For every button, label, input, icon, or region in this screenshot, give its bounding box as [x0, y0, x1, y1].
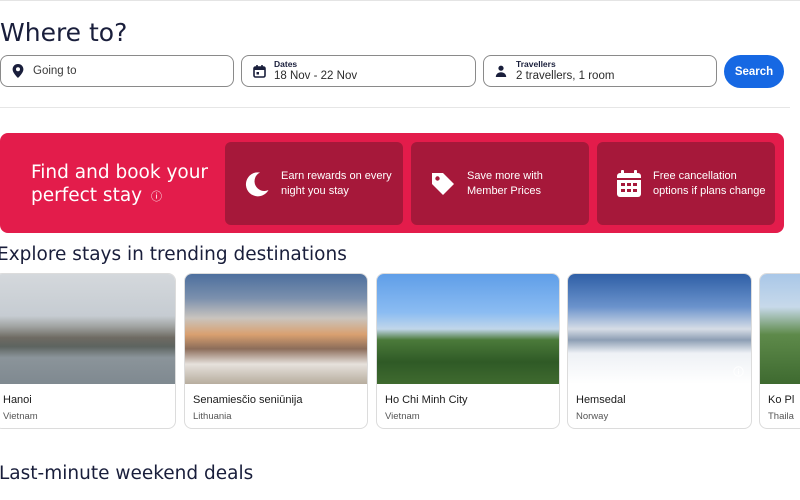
deals-heading: Last-minute weekend deals	[0, 463, 254, 484]
destination-photo	[377, 274, 559, 384]
destination-country: Vietnam	[3, 411, 38, 422]
destination-card[interactable]: Hanoi Vietnam	[0, 273, 176, 429]
feature-rewards: Earn rewards on every night you stay	[225, 142, 403, 225]
dates-field[interactable]: Dates 18 Nov - 22 Nov	[241, 55, 476, 87]
destination-country: Lithuania	[193, 411, 232, 422]
destination-name: Hanoi	[3, 394, 32, 406]
calendar-grid-icon	[609, 169, 649, 198]
destination-name: Ho Chi Minh City	[385, 394, 468, 406]
top-border	[0, 0, 800, 1]
travellers-label: Travellers	[516, 58, 556, 69]
map-pin-icon	[9, 62, 27, 80]
destination-field[interactable]	[0, 55, 234, 87]
dates-value: 18 Nov - 22 Nov	[274, 69, 358, 82]
person-icon	[492, 62, 510, 80]
feature-member-prices: Save more with Member Prices	[411, 142, 589, 225]
destination-country: Thaila	[768, 411, 794, 422]
destination-carousel: Hanoi Vietnam Senamiesčio seniūnija Lith…	[0, 273, 800, 433]
moon-icon	[237, 170, 277, 198]
promo-headline-text: Find and book your perfect stay	[31, 162, 209, 206]
destination-input[interactable]	[33, 65, 213, 77]
destination-country: Norway	[576, 411, 609, 422]
destination-card[interactable]: Ko Pl Thaila	[759, 273, 800, 429]
destination-photo	[0, 274, 175, 384]
search-button[interactable]: Search	[724, 55, 784, 88]
destination-name: Senamiesčio seniūnija	[193, 394, 303, 406]
promo-banner: Find and book your perfect stay ⓘ Earn r…	[0, 133, 784, 233]
destination-photo	[185, 274, 367, 384]
destination-photo	[568, 274, 751, 384]
travellers-field[interactable]: Travellers 2 travellers, 1 room	[483, 55, 717, 87]
destination-card[interactable]: Senamiesčio seniūnija Lithuania	[184, 273, 368, 429]
destination-card[interactable]: Hemsedal Norway	[567, 273, 752, 429]
dates-label: Dates	[274, 58, 298, 69]
destination-name: Ko Pl	[768, 394, 795, 406]
feature-free-cancellation: Free cancellation options if plans chang…	[597, 142, 775, 225]
calendar-icon	[250, 62, 268, 80]
destination-name: Hemsedal	[576, 394, 626, 406]
price-tag-icon	[423, 170, 463, 198]
feature-free-cancellation-text: Free cancellation options if plans chang…	[653, 169, 766, 197]
trending-heading: Explore stays in trending destinations	[0, 244, 347, 265]
page-title: Where to?	[0, 18, 128, 47]
travellers-value: 2 travellers, 1 room	[516, 69, 615, 82]
photo-info-icon[interactable]	[733, 364, 744, 382]
info-icon[interactable]: ⓘ	[151, 185, 162, 208]
feature-rewards-text: Earn rewards on every night you stay	[281, 169, 392, 197]
feature-member-prices-text: Save more with Member Prices	[467, 169, 543, 197]
promo-headline: Find and book your perfect stay ⓘ	[31, 161, 216, 208]
destination-country: Vietnam	[385, 411, 420, 422]
header-divider	[0, 107, 790, 108]
destination-photo	[760, 274, 800, 384]
destination-card[interactable]: Ho Chi Minh City Vietnam	[376, 273, 560, 429]
